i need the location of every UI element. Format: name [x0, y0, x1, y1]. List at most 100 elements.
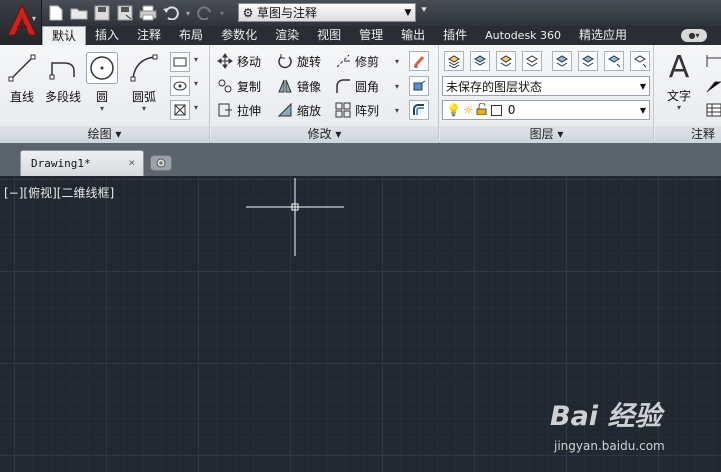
rotate-label: 旋转 — [297, 54, 322, 69]
app-menu-chevron-icon: ▾ — [32, 14, 37, 23]
circle-label: 圆 — [95, 90, 108, 104]
file-tab-bar: Drawing1* × — [0, 143, 721, 176]
tab-layout[interactable]: 布局 — [170, 26, 212, 45]
ribbon-tabs: 默认 插入 注释 布局 参数化 渲染 视图 管理 输出 插件 Autodesk … — [42, 26, 721, 45]
modify-panel-title[interactable]: 修改 ▾ — [211, 126, 438, 143]
layer-unisolate-icon[interactable] — [630, 51, 650, 71]
tab-render[interactable]: 渲染 — [266, 26, 308, 45]
application-menu-button[interactable]: ▾ — [0, 0, 42, 44]
circle-tool[interactable]: 圆 ▾ — [84, 52, 120, 113]
tab-manage[interactable]: 管理 — [350, 26, 392, 45]
ribbon-minimize-icon[interactable]: ●▾ — [681, 29, 707, 42]
tab-plugins[interactable]: 插件 — [434, 26, 476, 45]
layer-match-icon[interactable] — [552, 51, 572, 71]
trim-tool[interactable]: 修剪 ▾ — [335, 51, 399, 71]
array-dropdown-icon[interactable]: ▾ — [395, 106, 399, 115]
array-tool[interactable]: 阵列 ▾ — [335, 100, 399, 120]
circle-dropdown-icon[interactable]: ▾ — [84, 105, 120, 113]
layer-isolate-icon[interactable] — [470, 51, 490, 71]
layer-off-icon[interactable] — [522, 51, 542, 71]
drawing-canvas[interactable]: [−][俯视][二维线框] Bai 经验 jingyan.baidu.com — [0, 176, 721, 472]
rectangle-dropdown-icon[interactable]: ▾ — [194, 55, 198, 64]
arc-tool[interactable]: 圆弧 ▾ — [124, 52, 164, 113]
polyline-icon — [47, 52, 79, 84]
baidu-watermark: Bai 经验 jingyan.baidu.com — [550, 394, 720, 466]
redo-dropdown-icon[interactable]: ▾ — [218, 3, 226, 23]
fillet-dropdown-icon[interactable]: ▾ — [395, 82, 399, 91]
text-label: 文字 — [666, 89, 691, 103]
tab-default[interactable]: 默认 — [42, 26, 87, 45]
close-icon[interactable]: × — [128, 156, 135, 169]
hatch-icon[interactable] — [170, 76, 190, 96]
layer-state-label: 未保存的图层状态 — [446, 79, 543, 94]
text-tool[interactable]: A 文字 ▾ — [659, 49, 699, 112]
gradient-hatch-icon[interactable] — [170, 100, 190, 120]
dimension-icon[interactable] — [705, 53, 721, 69]
layer-properties-icon[interactable] — [444, 51, 464, 71]
offset-icon[interactable] — [409, 100, 429, 120]
array-icon — [335, 102, 351, 118]
customize-qat-icon[interactable]: ⯆ — [420, 5, 432, 19]
text-icon: A — [668, 49, 690, 85]
trim-icon — [335, 53, 351, 69]
redo-icon[interactable] — [195, 3, 215, 23]
arc-dropdown-icon[interactable]: ▾ — [124, 105, 164, 113]
move-tool[interactable]: 移动 — [217, 51, 261, 71]
fillet-tool[interactable]: 圆角 ▾ — [335, 76, 399, 96]
stretch-label: 拉伸 — [237, 103, 262, 118]
scale-label: 缩放 — [297, 103, 322, 118]
copy-tool[interactable]: 复制 — [217, 76, 261, 96]
tab-output[interactable]: 输出 — [392, 26, 434, 45]
trim-label: 修剪 — [355, 54, 380, 69]
annotation-panel-title[interactable]: 注释 — [655, 126, 721, 143]
ellipse-dropdown-icon[interactable]: ▾ — [194, 79, 198, 88]
trim-dropdown-icon[interactable]: ▾ — [395, 57, 399, 66]
tab-parametric[interactable]: 参数化 — [212, 26, 266, 45]
undo-dropdown-icon[interactable]: ▾ — [184, 3, 192, 23]
layer-select[interactable]: 💡 ☼ 0 ▼ — [442, 100, 650, 120]
quick-access-toolbar: ▾ ▾ — [46, 3, 226, 23]
save-icon[interactable] — [92, 3, 112, 23]
annotation-panel: A 文字 ▾ 注释 — [655, 45, 721, 143]
new-tab-button[interactable] — [150, 155, 172, 171]
layers-panel-title[interactable]: 图层 ▾ — [440, 126, 653, 143]
layer-freeze-icon[interactable] — [496, 51, 516, 71]
erase-icon[interactable] — [409, 51, 429, 71]
layer-state-select[interactable]: 未保存的图层状态 ▼ — [442, 76, 650, 96]
new-icon[interactable] — [46, 3, 66, 23]
fillet-label: 圆角 — [355, 79, 380, 94]
open-icon[interactable] — [69, 3, 89, 23]
line-tool[interactable]: 直线 — [2, 52, 42, 105]
table-icon[interactable] — [705, 102, 721, 118]
rectangle-icon[interactable] — [170, 52, 190, 72]
text-dropdown-icon[interactable]: ▾ — [659, 104, 699, 112]
hatch-dropdown-icon[interactable]: ▾ — [194, 103, 198, 112]
scale-tool[interactable]: 缩放 — [277, 100, 321, 120]
leader-icon[interactable] — [705, 78, 721, 94]
layer-walk-icon[interactable] — [604, 51, 624, 71]
mirror-tool[interactable]: 镜像 — [277, 76, 321, 96]
workspace-select[interactable]: ⚙ 草图与注释 ▼ — [238, 3, 416, 22]
stretch-icon — [217, 102, 233, 118]
draw-panel-title[interactable]: 绘图 ▾ — [0, 126, 209, 143]
undo-icon[interactable] — [161, 3, 181, 23]
save-as-icon[interactable] — [115, 3, 135, 23]
layer-previous-icon[interactable] — [578, 51, 598, 71]
tab-featured-apps[interactable]: 精选应用 — [570, 26, 636, 45]
arc-icon — [128, 52, 160, 84]
tab-view[interactable]: 视图 — [308, 26, 350, 45]
viewport-controls-label[interactable]: [−][俯视][二维线框] — [4, 184, 114, 201]
modify-panel: 移动 旋转 修剪 ▾ 复制 镜像 圆角 ▾ 拉伸 缩放 阵列 ▾ 修改 ▾ — [211, 45, 439, 143]
tab-autodesk-360[interactable]: Autodesk 360 — [476, 26, 570, 45]
tab-insert[interactable]: 插入 — [86, 26, 128, 45]
polyline-tool[interactable]: 多段线 — [42, 52, 84, 105]
print-icon[interactable] — [138, 3, 158, 23]
file-tab-drawing1[interactable]: Drawing1* × — [20, 150, 144, 176]
sun-icon: ☼ — [462, 103, 474, 117]
draw-panel: 直线 多段线 圆 ▾ 圆弧 ▾ ▾ ▾ ▾ 绘图 ▾ — [0, 45, 210, 143]
rotate-tool[interactable]: 旋转 — [277, 51, 321, 71]
explode-icon[interactable] — [409, 76, 429, 96]
stretch-tool[interactable]: 拉伸 — [217, 100, 261, 120]
tab-annotate[interactable]: 注释 — [128, 26, 170, 45]
mirror-label: 镜像 — [297, 79, 322, 94]
